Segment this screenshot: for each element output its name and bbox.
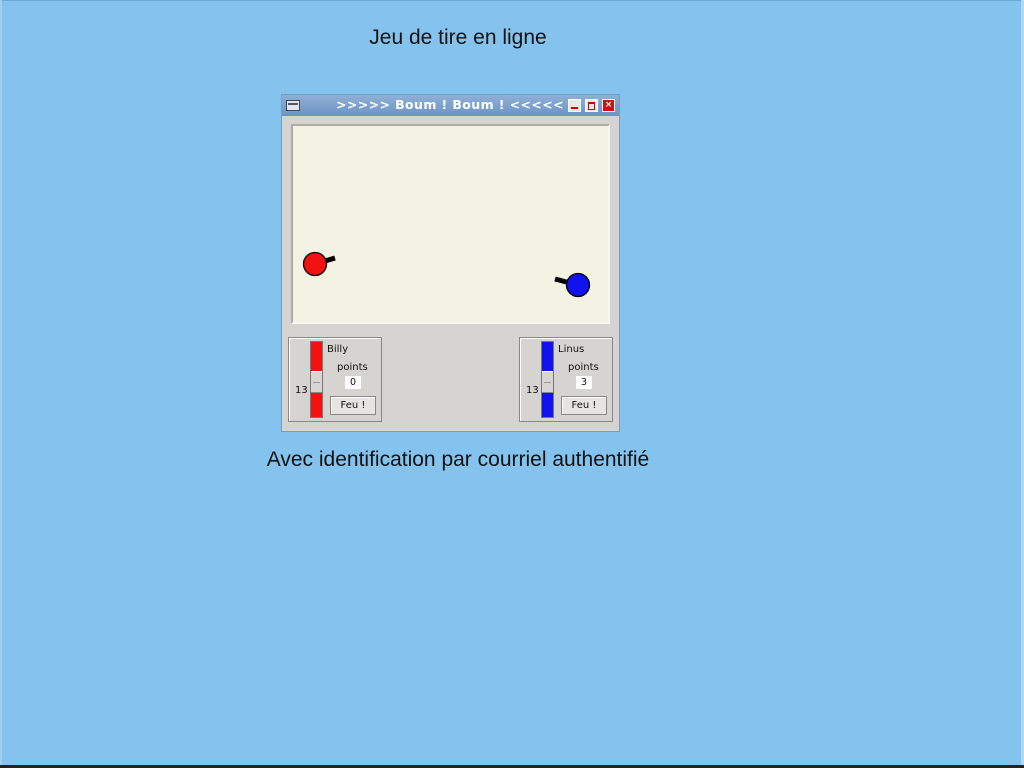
fire-button-billy[interactable]: Feu !	[330, 396, 376, 415]
points-label-billy: points	[337, 362, 368, 373]
screen-left-edge	[0, 0, 2, 765]
angle-slider-billy[interactable]	[310, 341, 323, 418]
slide-caption-bottom: Avec identification par courriel authent…	[266, 448, 650, 471]
game-window: >>>>> Boum ! Boum ! <<<<< × 13 Billy poi…	[282, 95, 619, 431]
score-linus: 3	[576, 376, 592, 389]
player-panel-billy: 13 Billy points 0 Feu !	[288, 337, 382, 422]
close-button[interactable]: ×	[602, 99, 615, 112]
cannon-billy-body	[302, 251, 328, 277]
battlefield-canvas	[291, 124, 610, 324]
angle-slider-linus-thumb[interactable]	[542, 371, 553, 393]
screen-top-edge	[0, 0, 1024, 1]
points-label-linus: points	[568, 362, 599, 373]
cannon-linus	[554, 272, 591, 298]
angle-slider-linus[interactable]	[541, 341, 554, 418]
minimize-button[interactable]	[568, 99, 581, 112]
angle-value-linus: 13	[526, 385, 539, 396]
score-billy: 0	[345, 376, 361, 389]
window-menu-icon[interactable]	[286, 100, 300, 111]
cannon-billy	[302, 251, 336, 277]
slide-caption-top: Jeu de tire en ligne	[369, 26, 547, 49]
player-panel-linus: 13 Linus points 3 Feu !	[519, 337, 613, 422]
player-name-linus: Linus	[558, 344, 585, 355]
angle-value-billy: 13	[295, 385, 308, 396]
window-titlebar[interactable]: >>>>> Boum ! Boum ! <<<<< ×	[282, 95, 619, 116]
angle-slider-billy-thumb[interactable]	[311, 371, 322, 393]
cannon-linus-body	[565, 272, 591, 298]
window-title: >>>>> Boum ! Boum ! <<<<<	[336, 97, 564, 112]
maximize-button[interactable]	[585, 99, 598, 112]
battlefield-svg	[302, 251, 591, 298]
fire-button-linus[interactable]: Feu !	[561, 396, 607, 415]
player-name-billy: Billy	[327, 344, 349, 355]
